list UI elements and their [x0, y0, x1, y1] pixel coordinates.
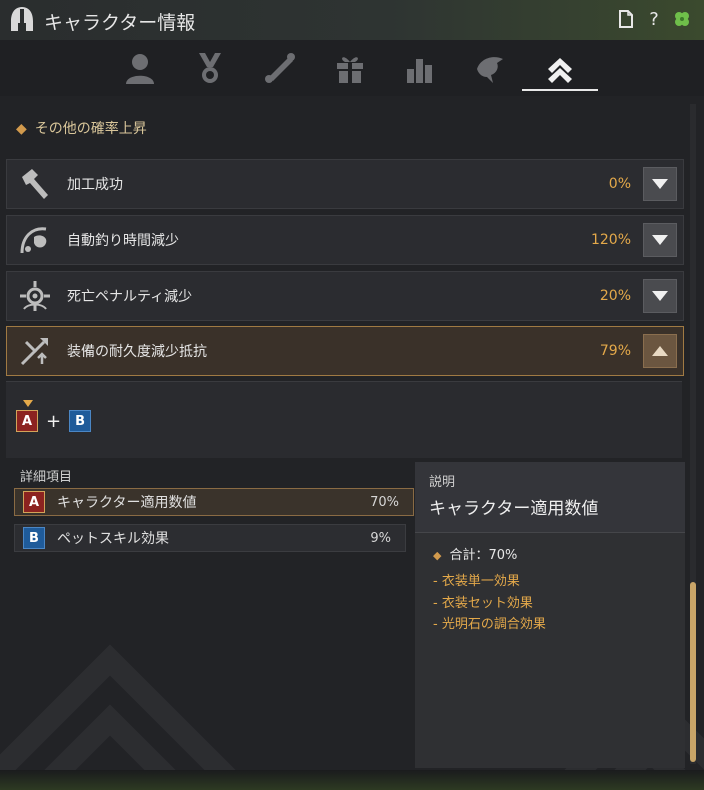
title-bar: キャラクター情報 ?: [0, 0, 704, 41]
detail-label: ペットスキル効果: [57, 531, 169, 547]
collapse-button[interactable]: [643, 334, 677, 368]
row-label: 装備の耐久度減少抵抗: [67, 344, 207, 360]
description-title: キャラクター適用数値: [429, 499, 599, 519]
tab-probability[interactable]: [522, 48, 598, 91]
durability-icon: [13, 329, 57, 373]
profile-icon: [126, 54, 154, 84]
row-value: 79%: [599, 343, 631, 359]
tab-gift[interactable]: [318, 48, 382, 88]
expand-button[interactable]: [643, 223, 677, 257]
window-title: キャラクター情報: [44, 12, 196, 34]
triangle-up-icon: [652, 346, 668, 356]
badge-b: B: [69, 410, 92, 432]
stat-row-durability[interactable]: 装備の耐久度減少抵抗 79%: [6, 326, 684, 376]
detail-value: 9%: [370, 530, 391, 546]
tab-profile[interactable]: [108, 48, 172, 88]
row-value: 0%: [608, 176, 631, 192]
detail-item-character[interactable]: A キャラクター適用数値 70%: [14, 488, 414, 516]
hammer-icon: [13, 162, 57, 206]
dragon-icon: [477, 57, 503, 83]
row-label: 自動釣り時間減少: [67, 233, 179, 249]
expand-button[interactable]: [643, 167, 677, 201]
row-label: 死亡ペナルティ減少: [67, 289, 193, 305]
scroll-icon: [265, 53, 295, 83]
badge-a: A: [16, 410, 38, 432]
row-value: 20%: [599, 288, 631, 304]
bar-chart-icon: [407, 59, 432, 83]
marker-down-icon: [23, 400, 33, 407]
stat-row-death-penalty[interactable]: 死亡ペナルティ減少 20%: [6, 271, 684, 321]
tab-pet[interactable]: [458, 48, 522, 88]
tab-medal[interactable]: [178, 48, 242, 88]
row-label: 加工成功: [67, 177, 123, 193]
triangle-down-icon: [652, 291, 668, 301]
description-panel: 説明 キャラクター適用数値 ◆ 合計：70% - 衣装単一効果 - 衣装セット効果…: [415, 462, 685, 768]
tab-bar: [0, 40, 704, 96]
fishing-icon: [13, 218, 57, 262]
penalty-icon: [13, 274, 57, 318]
plus-sign: +: [46, 410, 62, 432]
row-value: 120%: [590, 232, 631, 248]
diamond-icon: ◆: [433, 549, 442, 562]
expand-button[interactable]: [643, 279, 677, 313]
description-item: - 光明石の調合効果: [433, 617, 546, 632]
medal-icon: [199, 53, 221, 83]
description-label: 説明: [429, 475, 456, 490]
badge-a: A: [23, 491, 45, 513]
description-header: 説明 キャラクター適用数値: [415, 462, 685, 533]
triangle-down-icon: [652, 235, 668, 245]
chevron-up-double-icon: [548, 58, 572, 83]
detail-label: キャラクター適用数値: [57, 495, 197, 511]
tab-stats[interactable]: [388, 48, 452, 88]
helmet-icon: [11, 7, 33, 31]
description-item: - 衣装セット効果: [433, 596, 533, 611]
document-icon[interactable]: [616, 8, 636, 30]
tab-scroll[interactable]: [248, 48, 312, 88]
description-total: ◆ 合計：70%: [433, 548, 518, 563]
detail-value: 70%: [370, 494, 399, 510]
help-icon[interactable]: ?: [644, 8, 664, 30]
section-title: ◆ その他の確率上昇: [16, 121, 147, 137]
formula-box: A + B: [6, 381, 682, 458]
detail-item-pet[interactable]: B ペットスキル効果 9%: [14, 524, 406, 552]
triangle-down-icon: [652, 179, 668, 189]
clover-icon[interactable]: [672, 8, 692, 30]
details-title: 詳細項目: [20, 470, 73, 485]
gift-icon: [337, 57, 363, 83]
badge-b: B: [23, 527, 45, 549]
scrollbar-thumb[interactable]: [690, 582, 696, 762]
stat-row-processing[interactable]: 加工成功 0%: [6, 159, 684, 209]
description-item: - 衣装単一効果: [433, 574, 520, 589]
diamond-icon: ◆: [16, 121, 27, 137]
stat-row-fishing[interactable]: 自動釣り時間減少 120%: [6, 215, 684, 265]
window-bottom-edge: [0, 770, 704, 790]
